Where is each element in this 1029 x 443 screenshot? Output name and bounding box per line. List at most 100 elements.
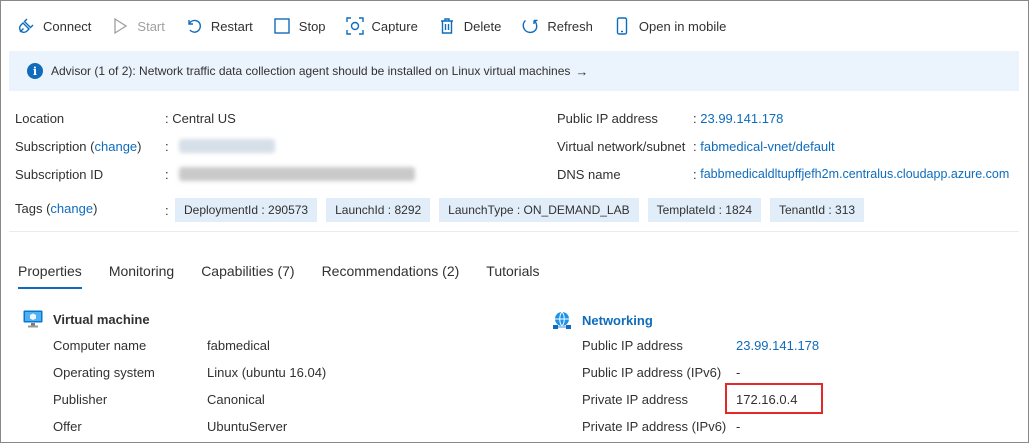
vm-prop-value: UbuntuServer xyxy=(207,419,288,434)
trash-icon xyxy=(440,18,453,34)
mobile-icon xyxy=(616,17,628,35)
vm-prop-value: Linux (ubuntu 16.04) xyxy=(207,365,327,380)
net-prop-value: - xyxy=(736,419,741,434)
dns-row: DNS name xyxy=(557,164,621,184)
tags-change-link[interactable]: change xyxy=(50,201,93,216)
net-prop-value: - xyxy=(736,365,741,380)
public-ip-label: Public IP address xyxy=(557,110,658,126)
highlight-box xyxy=(725,383,823,414)
dns-link[interactable]: fabbmedicaldltupffjefh2m.centralus.cloud… xyxy=(700,167,1009,181)
subscription-change-link[interactable]: change xyxy=(95,139,138,154)
vm-section-title-text: Virtual machine xyxy=(53,311,150,327)
tag-pill[interactable]: TenantId : 313 xyxy=(770,198,865,222)
vm-prop-value: fabmedical xyxy=(207,338,270,353)
refresh-button[interactable]: Refresh xyxy=(521,12,593,40)
arrow-right-icon: → xyxy=(575,63,589,79)
vm-prop-label: Operating system xyxy=(53,365,155,380)
location-value-row: : Central US xyxy=(165,108,236,128)
vm-section-title: Virtual machine xyxy=(23,310,150,328)
separator: : xyxy=(165,138,169,154)
stop-button[interactable]: Stop xyxy=(273,12,326,40)
tag-pill[interactable]: DeploymentId : 290573 xyxy=(175,198,318,222)
restart-label: Restart xyxy=(210,18,253,34)
advisor-text: Advisor (1 of 2): Network traffic data c… xyxy=(51,64,571,78)
tag-pill[interactable]: LaunchType : ON_DEMAND_LAB xyxy=(439,198,639,222)
public-ip-link[interactable]: 23.99.141.178 xyxy=(700,111,783,126)
vm-prop-value: Canonical xyxy=(207,392,265,407)
redacted-subscription-id xyxy=(179,167,416,181)
public-ip-value-row: : 23.99.141.178 xyxy=(693,108,783,128)
tab-properties[interactable]: Properties xyxy=(18,263,82,289)
location-value: Central US xyxy=(172,110,236,126)
connect-button[interactable]: Connect xyxy=(17,12,91,40)
open-in-mobile-button[interactable]: Open in mobile xyxy=(613,12,726,40)
tab-capabilities[interactable]: Capabilities (7) xyxy=(201,263,294,289)
plug-icon xyxy=(18,18,34,34)
vm-prop-label: Publisher xyxy=(53,392,108,407)
net-prop-label: Public IP address xyxy=(582,338,683,353)
vnet-label: Virtual network/subnet xyxy=(557,138,686,154)
location-label: Location xyxy=(15,110,65,126)
restart-icon xyxy=(188,19,201,33)
vnet-row: Virtual network/subnet xyxy=(557,136,685,156)
tab-recommendations[interactable]: Recommendations (2) xyxy=(322,263,460,289)
vm-overview-pane: Connect Start Restart Stop Capture Delet… xyxy=(0,0,1029,443)
net-public-ip-link[interactable]: 23.99.141.178 xyxy=(736,338,819,353)
public-ip-row: Public IP address xyxy=(557,108,658,128)
separator: : xyxy=(693,110,697,126)
stop-label: Stop xyxy=(298,18,326,34)
play-icon xyxy=(114,17,128,35)
subscription-label: Subscription xyxy=(15,138,87,154)
redacted-subscription-name xyxy=(179,139,276,153)
vm-prop-label: Computer name xyxy=(53,338,147,353)
tab-bar: Properties Monitoring Capabilities (7) R… xyxy=(18,263,566,289)
location-row: Location xyxy=(15,108,64,128)
separator: : xyxy=(693,166,697,182)
delete-button[interactable]: Delete xyxy=(438,12,502,40)
separator: : xyxy=(165,166,169,182)
capture-label: Capture xyxy=(371,18,418,34)
info-icon: i xyxy=(27,63,43,79)
tags-separator-row: : xyxy=(165,200,169,220)
subscription-id-value-row: : xyxy=(165,164,416,184)
net-prop-label: Public IP address (IPv6) xyxy=(582,365,722,380)
networking-section-title-text: Networking xyxy=(582,312,653,328)
vnet-value-row: : fabmedical-vnet/default xyxy=(693,136,835,156)
restart-button[interactable]: Restart xyxy=(185,12,253,40)
separator: : xyxy=(165,110,169,126)
open-in-mobile-label: Open in mobile xyxy=(638,18,727,34)
tab-tutorials[interactable]: Tutorials xyxy=(486,263,539,289)
tags-row: Tags (change) xyxy=(15,200,98,216)
stop-icon xyxy=(274,18,290,34)
virtual-machine-icon xyxy=(23,310,43,328)
tab-monitoring[interactable]: Monitoring xyxy=(109,263,174,289)
tags-label: Tags xyxy=(15,200,43,216)
networking-icon xyxy=(553,311,571,329)
net-prop-label: Private IP address (IPv6) xyxy=(582,419,727,434)
tag-pill[interactable]: TemplateId : 1824 xyxy=(647,198,761,222)
vnet-link[interactable]: fabmedical-vnet/default xyxy=(700,139,834,154)
subscription-id-row: Subscription ID xyxy=(15,164,103,184)
advisor-banner[interactable]: i Advisor (1 of 2): Network traffic data… xyxy=(9,51,1019,91)
connect-label: Connect xyxy=(43,18,92,34)
capture-icon xyxy=(345,17,364,35)
start-button[interactable]: Start xyxy=(111,12,165,40)
start-label: Start xyxy=(137,18,165,34)
capture-button[interactable]: Capture xyxy=(345,12,418,40)
dns-label: DNS name xyxy=(557,166,621,182)
tag-list: DeploymentId : 290573 LaunchId : 8292 La… xyxy=(175,198,873,222)
refresh-icon xyxy=(522,19,538,34)
dns-value-row: : fabbmedicaldltupffjefh2m.centralus.clo… xyxy=(693,164,1009,184)
refresh-label: Refresh xyxy=(547,18,593,34)
net-prop-label: Private IP address xyxy=(582,392,688,407)
subscription-id-label: Subscription ID xyxy=(15,166,104,182)
delete-label: Delete xyxy=(463,18,502,34)
subscription-value-row: : xyxy=(165,136,276,156)
section-divider xyxy=(9,231,1019,232)
separator: : xyxy=(693,138,697,154)
vm-prop-label: Offer xyxy=(53,419,82,434)
separator: : xyxy=(165,202,169,218)
tag-pill[interactable]: LaunchId : 8292 xyxy=(326,198,431,222)
subscription-row: Subscription (change) xyxy=(15,138,142,154)
networking-section-title[interactable]: Networking xyxy=(552,310,653,330)
